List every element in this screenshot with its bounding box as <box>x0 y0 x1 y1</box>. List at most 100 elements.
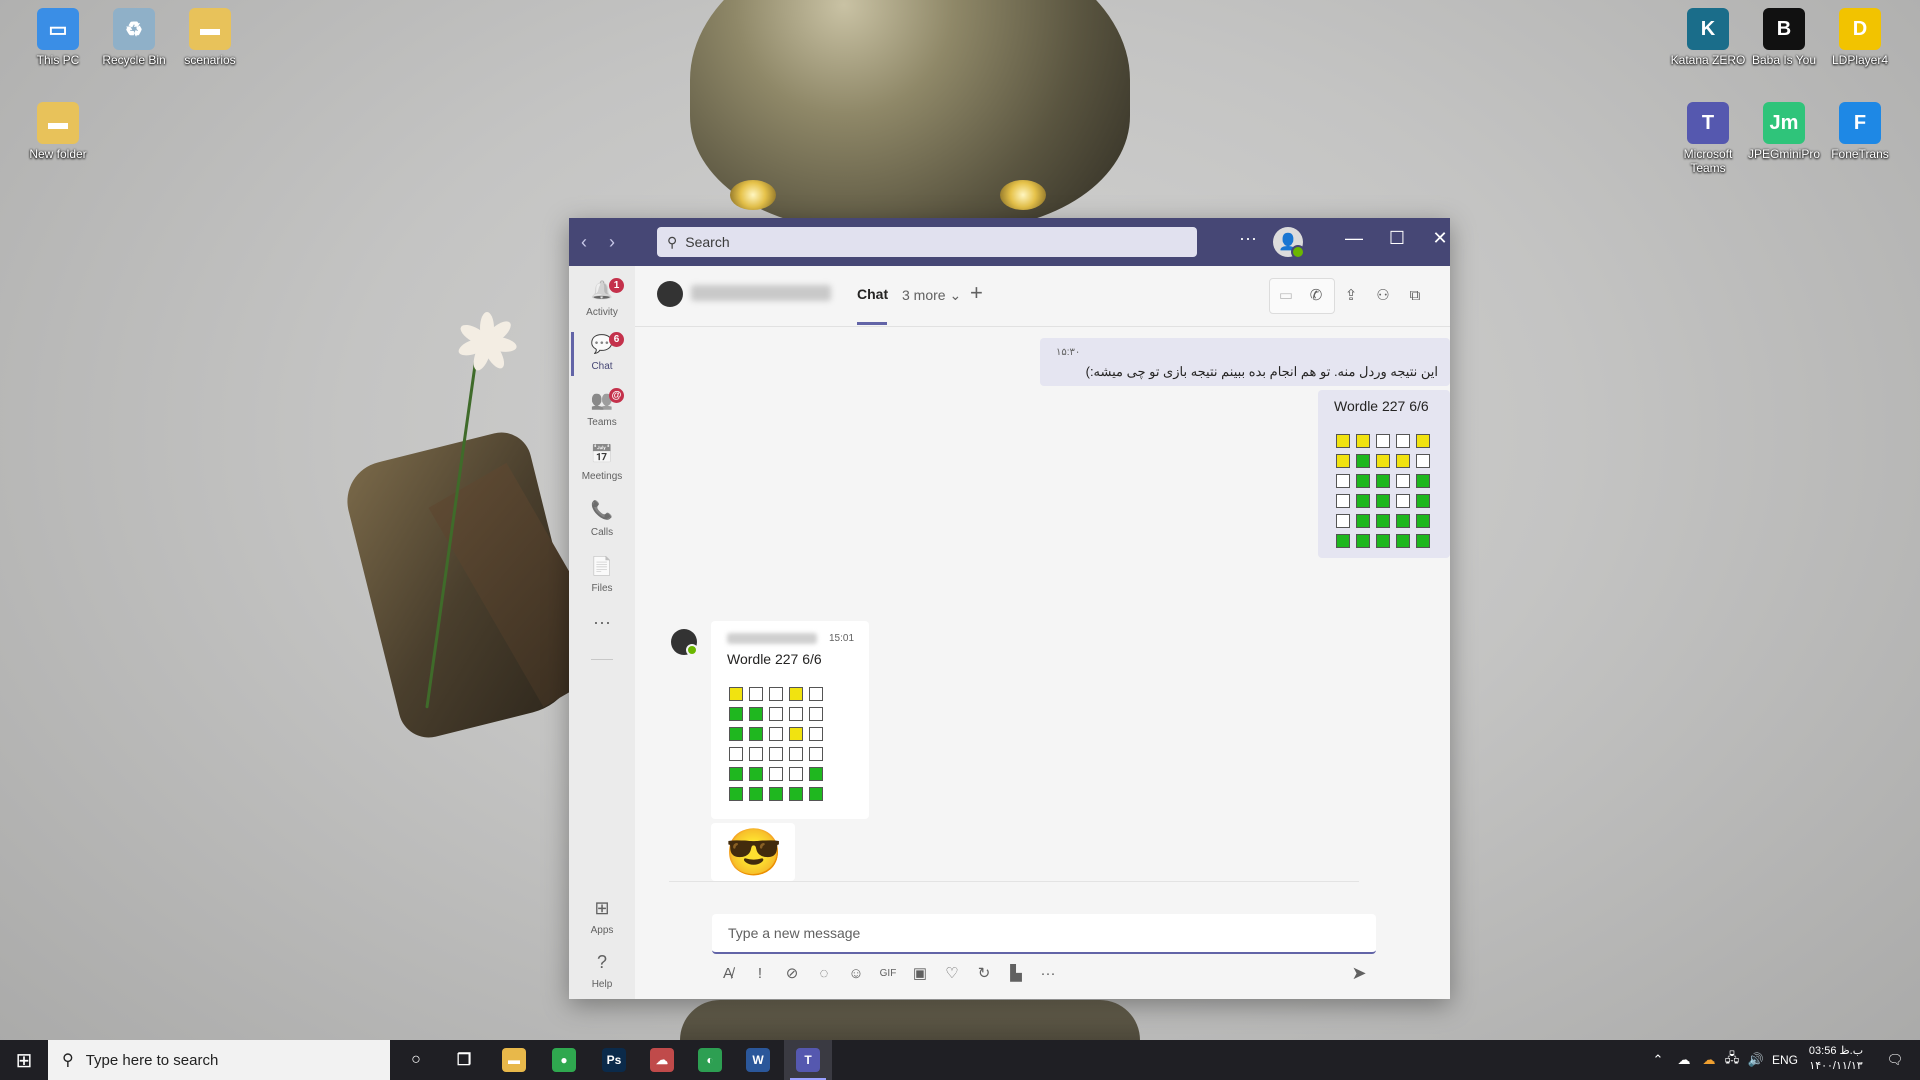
wordle-tile-white <box>769 707 783 721</box>
message-list: ۱۵:۳۰ این نتیجه وردل منه. تو هم انجام بد… <box>635 326 1450 881</box>
praise-icon[interactable]: ♡ <box>940 962 964 986</box>
wordle-tile-green <box>749 767 763 781</box>
stream-icon[interactable]: ↻ <box>972 962 996 986</box>
send-icon[interactable]: ➤ <box>1346 963 1372 989</box>
desktop-app-icon: ▭ <box>37 8 79 50</box>
rail-item-chat[interactable]: 💬 Chat 6 <box>569 328 635 380</box>
desktop-icon[interactable]: B Baba Is You <box>1746 8 1822 67</box>
rail-item-apps[interactable]: ⊞ Apps <box>569 892 635 944</box>
wordle-tile-green <box>1416 534 1430 548</box>
volume-icon[interactable]: 🔊 <box>1744 1040 1768 1080</box>
back-arrow-icon[interactable]: ‹ <box>581 232 587 253</box>
add-people-icon[interactable]: ⚇ <box>1368 280 1398 310</box>
desktop-app-icon: B <box>1763 8 1805 50</box>
desktop-icon[interactable]: ▭ This PC <box>20 8 96 67</box>
profile-avatar[interactable]: 👤 <box>1273 227 1305 259</box>
audio-call-icon[interactable]: ✆ <box>1301 280 1331 310</box>
more-options-button[interactable]: ··· <box>1233 228 1263 249</box>
minimize-button[interactable]: — <box>1339 228 1369 249</box>
wordle-tile-white <box>1336 494 1350 508</box>
rail-item-files[interactable]: 📄 Files <box>569 550 635 602</box>
forward-arrow-icon[interactable]: › <box>609 232 615 253</box>
maximize-button[interactable]: ☐ <box>1382 228 1412 249</box>
compose-box[interactable] <box>712 914 1376 954</box>
gif-icon[interactable]: GIF <box>876 962 900 986</box>
cloud-sync-icon[interactable]: ☁ <box>1697 1040 1721 1080</box>
search-box[interactable]: ⚲ <box>657 227 1197 257</box>
taskbar-app-chrome[interactable]: ● <box>540 1040 588 1080</box>
desktop-icon-label: Recycle Bin <box>102 53 166 67</box>
taskbar-search-input[interactable] <box>83 1050 378 1070</box>
onedrive-icon[interactable]: ☁ <box>1672 1040 1696 1080</box>
taskbar-app-file-explorer[interactable]: ▬ <box>490 1040 538 1080</box>
desktop-icon[interactable]: Jm JPEGminiPro <box>1746 102 1822 161</box>
format-icon[interactable]: A̸ <box>716 962 740 986</box>
rail-item-activity[interactable]: 🔔 Activity 1 <box>569 274 635 326</box>
network-icon[interactable]: 🖧 <box>1720 1040 1744 1080</box>
wordle-tile-yellow <box>789 687 803 701</box>
tab-chat[interactable]: Chat <box>857 286 888 302</box>
chat-icon: 💬 <box>590 334 614 354</box>
desktop-icon[interactable]: D LDPlayer4 <box>1822 8 1898 67</box>
more-tools-icon[interactable]: ··· <box>1036 962 1060 986</box>
clock[interactable]: 03:56 ب.ظ ۱۴۰۰/۱۱/۱۳ <box>1800 1044 1872 1074</box>
show-hidden-icons-icon[interactable]: ⌃ <box>1648 1040 1668 1080</box>
task-view-icon: ❐ <box>456 1052 472 1069</box>
desktop-icon[interactable]: T Microsoft Teams <box>1670 102 1746 175</box>
message-input[interactable] <box>726 924 1350 942</box>
notifications-icon[interactable]: 🗨 <box>1880 1040 1910 1080</box>
attach-icon[interactable]: ⊘ <box>780 962 804 986</box>
rail-item-calls[interactable]: 📞 Calls <box>569 494 635 546</box>
wordle-tile-green <box>749 727 763 741</box>
rail-item-meetings[interactable]: 📅 Meetings <box>569 438 635 490</box>
emoji-icon[interactable]: ☺ <box>844 962 868 986</box>
sent-message: ۱۵:۳۰ این نتیجه وردل منه. تو هم انجام بد… <box>1040 338 1450 386</box>
desktop-icon[interactable]: ▬ New folder <box>20 102 96 161</box>
wordle-tile-white <box>729 747 743 761</box>
desktop-icon[interactable]: F FoneTrans <box>1822 102 1898 161</box>
wordle-tile-white <box>809 707 823 721</box>
taskbar-app-teams[interactable]: T <box>784 1040 832 1080</box>
calendar-icon: 📅 <box>590 444 614 464</box>
language-indicator[interactable]: ENG <box>1770 1040 1800 1080</box>
rail-item-teams[interactable]: 👥 Teams @ <box>569 384 635 436</box>
desktop-icon[interactable]: K Katana ZERO <box>1670 8 1746 67</box>
rail-item-help[interactable]: ? Help <box>569 946 635 998</box>
wordle-tile-green <box>1356 454 1370 468</box>
wordle-tile-green <box>1356 534 1370 548</box>
video-call-icon[interactable]: ▭ <box>1271 280 1301 310</box>
taskbar-search[interactable]: ⚲ <box>48 1040 390 1080</box>
wallpaper-robot-eye <box>1000 180 1046 210</box>
priority-icon[interactable]: ! <box>748 962 772 986</box>
wordle-tile-white <box>789 707 803 721</box>
loop-icon[interactable]: ◌ <box>812 962 836 986</box>
add-tab-button[interactable]: + <box>970 280 983 306</box>
wordle-tile-white <box>769 747 783 761</box>
taskbar-app-app-globe[interactable]: ◐ <box>686 1040 734 1080</box>
start-button[interactable]: ⊞ <box>0 1040 48 1080</box>
rail-item-label: Chat <box>591 361 613 372</box>
taskbar-app-cortana[interactable]: ○ <box>392 1040 440 1080</box>
desktop-icon[interactable]: ▬ scenarios <box>172 8 248 67</box>
close-button[interactable]: ✕ <box>1425 228 1455 249</box>
search-input[interactable] <box>683 233 1168 251</box>
taskbar-app-app-cloud[interactable]: ☁ <box>638 1040 686 1080</box>
sender-avatar[interactable] <box>671 629 698 656</box>
contact-avatar[interactable] <box>657 281 683 307</box>
wordle-tile-yellow <box>789 727 803 741</box>
desktop-app-icon: D <box>1839 8 1881 50</box>
desktop-icon[interactable]: ♻ Recycle Bin <box>96 8 172 67</box>
tab-more-dropdown[interactable]: 3 more ⌄ <box>902 287 961 304</box>
taskbar-app-photoshop[interactable]: Ps <box>590 1040 638 1080</box>
share-screen-icon[interactable]: ⇪ <box>1336 280 1366 310</box>
taskbar-app-word[interactable]: W <box>734 1040 782 1080</box>
sticker-icon[interactable]: ▣ <box>908 962 932 986</box>
approvals-icon[interactable]: ▙ <box>1004 962 1028 986</box>
more-apps-button[interactable]: ··· <box>569 606 635 636</box>
wordle-tile-white <box>1376 434 1390 448</box>
message-time: ۱۵:۳۰ <box>1056 347 1081 358</box>
taskbar-app-task-view[interactable]: ❐ <box>440 1040 488 1080</box>
search-icon: ⚲ <box>667 233 678 250</box>
wordle-tile-green <box>1376 474 1390 488</box>
pop-out-chat-icon[interactable]: ⧉ <box>1400 280 1430 310</box>
